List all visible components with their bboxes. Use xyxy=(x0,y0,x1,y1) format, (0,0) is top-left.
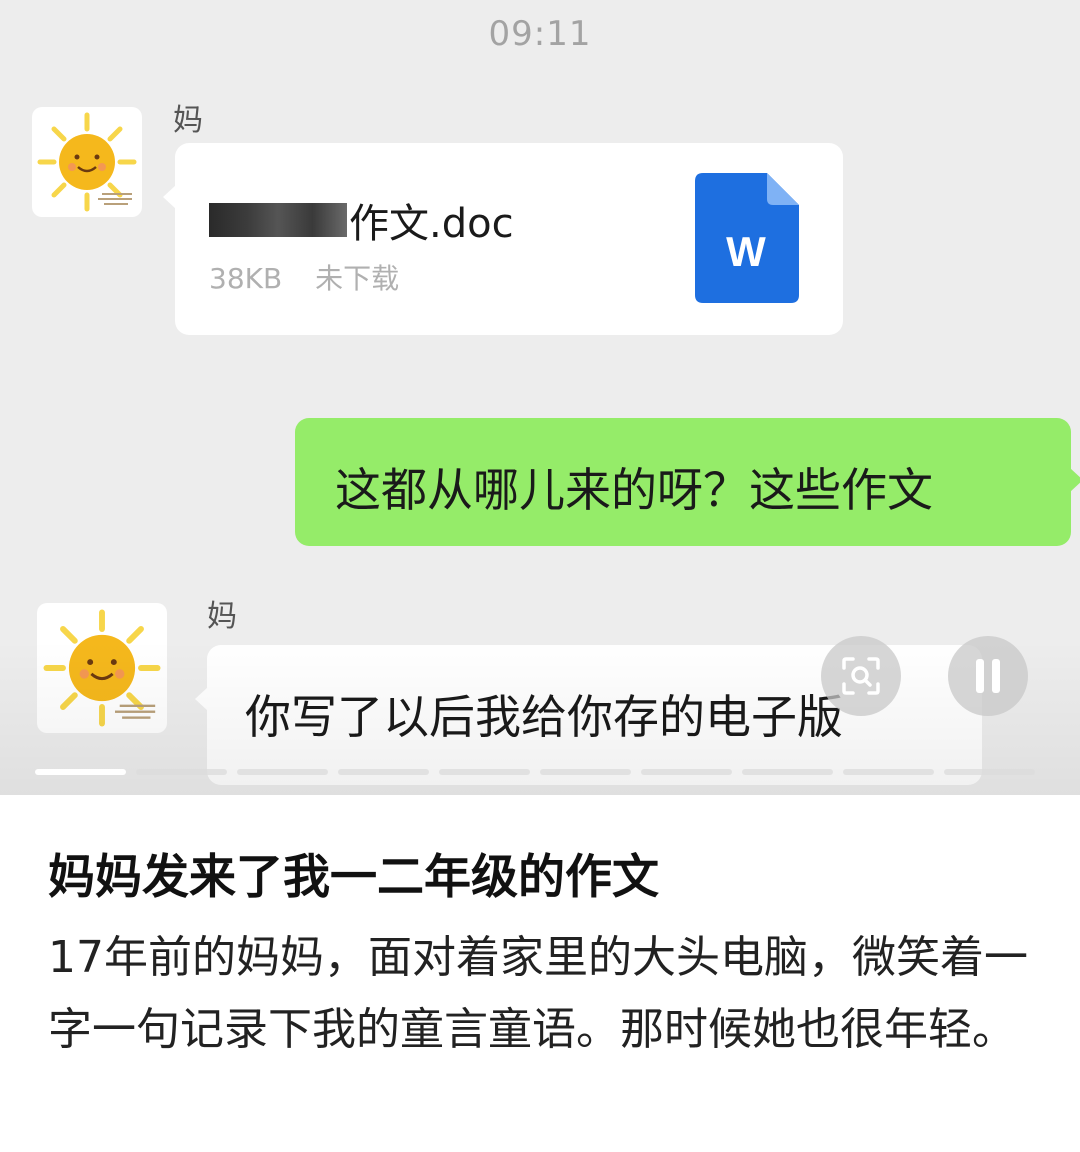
redacted-text xyxy=(209,203,347,237)
pause-button[interactable] xyxy=(948,636,1028,716)
progress-segment xyxy=(540,769,631,775)
avatar[interactable] xyxy=(37,603,167,733)
file-size: 38KB xyxy=(209,262,283,295)
progress-segment xyxy=(439,769,530,775)
sender-name: 妈 xyxy=(207,599,237,634)
word-icon-letter: W xyxy=(726,228,766,275)
scan-button[interactable] xyxy=(821,636,901,716)
sun-icon xyxy=(43,609,161,727)
file-meta: 38KB 未下载 xyxy=(209,257,423,297)
file-message-bubble[interactable]: 作文.doc 38KB 未下载 W xyxy=(163,143,843,335)
sent-message-bubble[interactable]: 这都从哪儿来的呀？这些作文 xyxy=(295,418,1080,546)
file-name-text: 作文.doc xyxy=(349,201,514,247)
scan-icon xyxy=(842,657,880,695)
sun-icon xyxy=(37,112,137,212)
post-body: 17年前的妈妈，面对着家里的大头电脑，微笑着一字一句记录下我的童言童语。那时候她… xyxy=(48,932,1028,1055)
chat-timestamp: 09:11 xyxy=(488,14,592,54)
pause-icon xyxy=(976,659,1000,693)
file-name: 作文.doc xyxy=(209,191,514,249)
chat-screenshot: 09:11 妈 作文.doc 38KB 未下载 W 这都从哪儿来的呀？这些作文 … xyxy=(0,0,1080,795)
progress-segment xyxy=(843,769,934,775)
file-status: 未下载 xyxy=(315,262,400,295)
sent-message-text: 这都从哪儿来的呀？这些作文 xyxy=(335,463,933,517)
progress-segment xyxy=(237,769,328,775)
received-message-text: 你写了以后我给你存的电子版 xyxy=(245,690,843,744)
progress-segment xyxy=(136,769,227,775)
word-doc-icon: W xyxy=(695,173,799,307)
post-title: 妈妈发来了我一二年级的作文 xyxy=(48,850,659,905)
progress-segment xyxy=(641,769,732,775)
progress-segment xyxy=(338,769,429,775)
progress-segment xyxy=(944,769,1035,775)
avatar[interactable] xyxy=(32,107,142,217)
story-progress-bar xyxy=(35,769,1035,775)
progress-segment xyxy=(35,769,126,775)
progress-segment xyxy=(742,769,833,775)
sender-name: 妈 xyxy=(173,103,203,138)
